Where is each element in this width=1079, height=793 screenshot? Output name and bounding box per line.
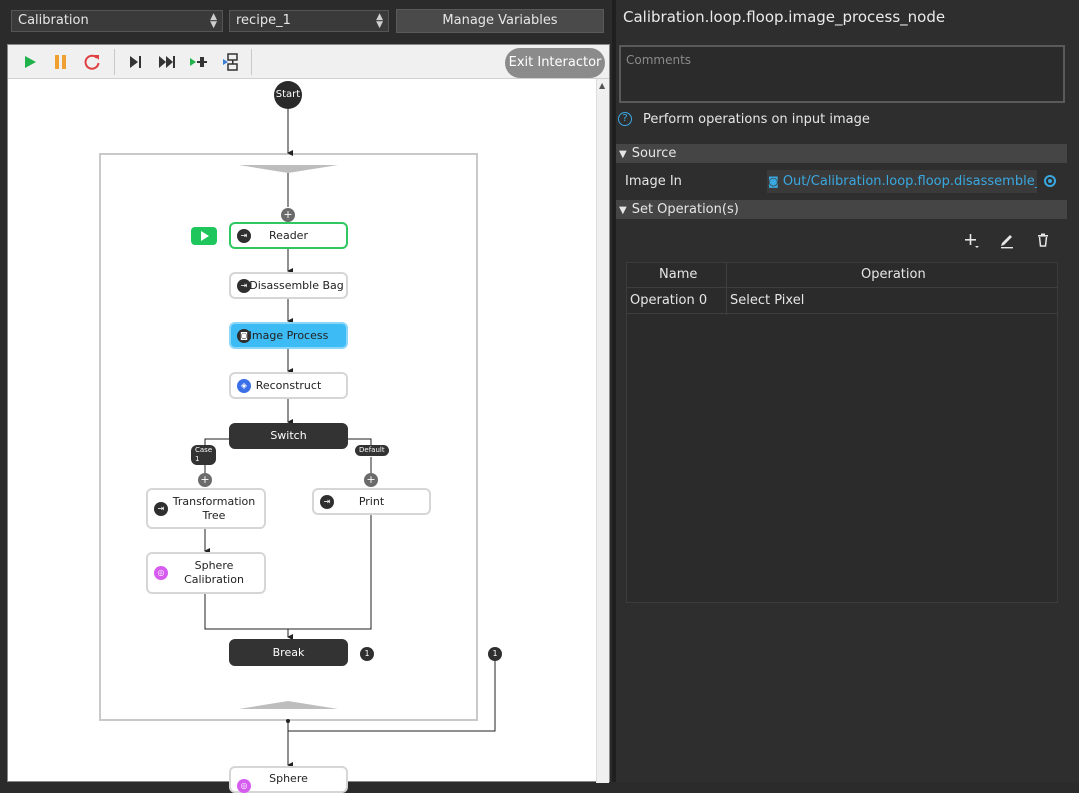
node-label-line: Tree: [202, 508, 226, 522]
recipe-select-value: recipe_1: [236, 13, 291, 28]
node-print[interactable]: ⇥ Print: [312, 488, 431, 515]
add-node-icon[interactable]: +: [281, 208, 295, 222]
updown-arrow-icon: ▲ ▼: [210, 12, 217, 30]
node-reader[interactable]: ⇥ Reader: [229, 222, 348, 249]
help-icon[interactable]: ?: [618, 112, 632, 126]
start-node[interactable]: Start: [274, 81, 302, 109]
delete-operation-icon[interactable]: [1034, 231, 1052, 249]
node-label-line: Calibration: [184, 573, 244, 586]
column-header-name[interactable]: Name: [659, 263, 697, 287]
table-row[interactable]: Operation 0 Select Pixel: [627, 287, 1057, 315]
flow-connectors: [99, 109, 496, 768]
manage-variables-button[interactable]: Manage Variables: [396, 9, 604, 33]
node-label: Sphere: [269, 772, 308, 785]
node-reconstruct[interactable]: ◈ Reconstruct: [229, 372, 348, 399]
cube-icon: ◈: [237, 378, 251, 393]
section-label: Source: [631, 146, 677, 161]
updown-arrow-icon: ▲ ▼: [376, 12, 383, 30]
loop-bottom-chevron: [239, 701, 338, 709]
graph-pane: Calibration ▲ ▼ recipe_1 ▲ ▼ Manage Variab…: [0, 0, 612, 793]
node-disassemble-bag[interactable]: ⇥ Disassemble Bag: [229, 272, 348, 299]
node-label: Reconstruct: [255, 378, 322, 392]
node-label: Transformation Tree: [157, 495, 256, 523]
node-label: Switch: [270, 429, 307, 442]
node-label: Sphere Calibration: [168, 559, 244, 587]
node-label: Image Process: [248, 328, 329, 342]
collapse-triangle-icon: ▼: [619, 149, 627, 160]
edit-operation-icon[interactable]: [998, 231, 1016, 249]
node-label: Reader: [269, 228, 308, 242]
flow-canvas[interactable]: Exit Interactor ▲ Start + ⇥ Reader ⇥ Dis…: [7, 44, 610, 793]
comments-field[interactable]: Comments: [619, 45, 1065, 103]
case-1-badge: Case 1: [191, 445, 217, 465]
image-in-value: Out/Calibration.loop.floop.disassemble_b…: [782, 174, 1037, 189]
table-cell-operation: Select Pixel: [730, 293, 805, 308]
column-header-operation[interactable]: Operation: [861, 263, 926, 287]
node-sphere[interactable]: ◎ Sphere: [229, 766, 348, 793]
graph-select[interactable]: Calibration ▲ ▼: [11, 10, 223, 32]
run-marker: [191, 227, 217, 245]
set-operations-section-header[interactable]: ▼ Set Operation(s): [616, 200, 1067, 219]
comments-placeholder: Comments: [626, 53, 692, 67]
loop-count-badge: 1: [488, 647, 502, 661]
node-label-line: Sphere: [194, 559, 234, 572]
add-operation-icon[interactable]: [962, 231, 980, 249]
node-transformation-tree[interactable]: ⇥ Transformation Tree: [146, 488, 266, 529]
operations-table: Name Operation Operation 0 Select Pixel: [626, 262, 1058, 603]
sphere-icon: ◎: [237, 779, 251, 793]
column-divider: [726, 263, 727, 287]
section-label: Set Operation(s): [631, 202, 739, 217]
image-in-field[interactable]: ◙ Out/Calibration.loop.floop.disassemble…: [767, 170, 1037, 193]
node-description: Perform operations on input image: [643, 112, 870, 127]
properties-pane: Calibration.loop.floop.image_process_nod…: [616, 0, 1079, 782]
table-cell-name: Operation 0: [630, 293, 708, 308]
step-icon: ⇥: [154, 501, 168, 516]
default-badge: Default: [355, 445, 389, 456]
node-break[interactable]: Break: [229, 639, 348, 666]
graph-select-value: Calibration: [18, 13, 89, 28]
step-icon: ⇥: [237, 278, 251, 293]
node-sphere-calibration[interactable]: ◎ Sphere Calibration: [146, 552, 266, 594]
loop-top-chevron: [239, 165, 338, 173]
camera-icon: ◙: [768, 175, 779, 188]
node-title: Calibration.loop.floop.image_process_nod…: [623, 8, 946, 26]
step-icon: ⇥: [320, 494, 334, 509]
sphere-icon: ◎: [154, 566, 168, 580]
column-divider: [726, 288, 727, 315]
step-icon: ⇥: [237, 228, 251, 243]
scroll-up-icon[interactable]: ▲: [599, 81, 605, 90]
collapse-triangle-icon: ▼: [619, 205, 627, 216]
image-in-label: Image In: [625, 174, 682, 189]
node-label: Break: [272, 645, 305, 659]
target-icon[interactable]: [1044, 175, 1056, 187]
node-image-process[interactable]: ◙ Image Process: [229, 322, 348, 349]
break-count-badge: 1: [360, 647, 374, 661]
node-label: Print: [358, 494, 385, 508]
recipe-select[interactable]: recipe_1 ▲ ▼: [229, 10, 389, 32]
camera-icon: ◙: [237, 328, 251, 343]
source-section-header[interactable]: ▼ Source: [616, 144, 1067, 163]
node-label-line: Transformation: [172, 494, 256, 508]
add-node-icon[interactable]: +: [198, 473, 212, 487]
node-switch[interactable]: Switch: [229, 423, 348, 449]
add-node-icon[interactable]: +: [364, 473, 378, 487]
